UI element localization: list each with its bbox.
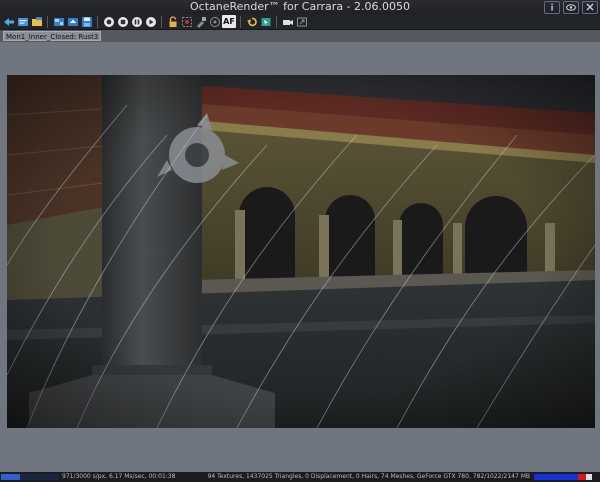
stop-icon[interactable] [116, 15, 129, 28]
close-icon[interactable] [582, 0, 598, 14]
title-bar: OctaneRender™ for Carrara - 2.06.0050 [0, 0, 600, 14]
start-icon[interactable] [144, 15, 157, 28]
save-icon[interactable] [80, 15, 93, 28]
memory-bar [534, 474, 592, 480]
focus-picker-icon[interactable] [208, 15, 221, 28]
settings-icon[interactable] [52, 15, 65, 28]
scene-stats: 94 Textures, 1437025 Triangles, 0 Displa… [207, 473, 530, 480]
export-icon[interactable] [295, 15, 308, 28]
pause-icon[interactable] [130, 15, 143, 28]
load-icon[interactable] [66, 15, 79, 28]
toolbar-separator [47, 15, 48, 28]
render-stats: 971/3000 s/px, 6.17 Ms/sec, 00:01:38 [62, 473, 176, 480]
toolbar-separator [161, 15, 162, 28]
send-scene-icon[interactable] [2, 15, 15, 28]
toolbar-separator [240, 15, 241, 28]
camera-icon[interactable] [281, 15, 294, 28]
toolbar-separator [276, 15, 277, 28]
memory-reserved-segment [578, 474, 586, 480]
memory-used-segment [534, 474, 579, 480]
tab-camera[interactable]: Mon1_Inner_Closed: Rust3 [3, 31, 102, 41]
region-icon[interactable] [180, 15, 193, 28]
autofocus-label: AF [223, 17, 235, 26]
tab-strip: Mon1_Inner_Closed: Rust3 [0, 30, 600, 42]
info-icon[interactable] [544, 0, 560, 14]
autofocus-icon[interactable]: AF [222, 15, 236, 28]
toolbar-separator [97, 15, 98, 28]
record-icon[interactable] [102, 15, 115, 28]
render-view[interactable] [7, 75, 595, 428]
undo-icon[interactable] [245, 15, 258, 28]
status-bar: 971/3000 s/px, 6.17 Ms/sec, 00:01:38 94 … [0, 472, 600, 482]
open-icon[interactable] [16, 15, 29, 28]
folder-icon[interactable] [30, 15, 43, 28]
lock-icon[interactable] [166, 15, 179, 28]
window-controls [544, 0, 598, 14]
window-title: OctaneRender™ for Carrara - 2.06.0050 [190, 0, 410, 13]
toolbar: AF [0, 14, 600, 30]
material-picker-icon[interactable] [194, 15, 207, 28]
cursor-icon[interactable] [259, 15, 272, 28]
render-progress-fill [1, 474, 20, 480]
view-icon[interactable] [563, 0, 579, 14]
render-progress-bar [1, 474, 59, 480]
